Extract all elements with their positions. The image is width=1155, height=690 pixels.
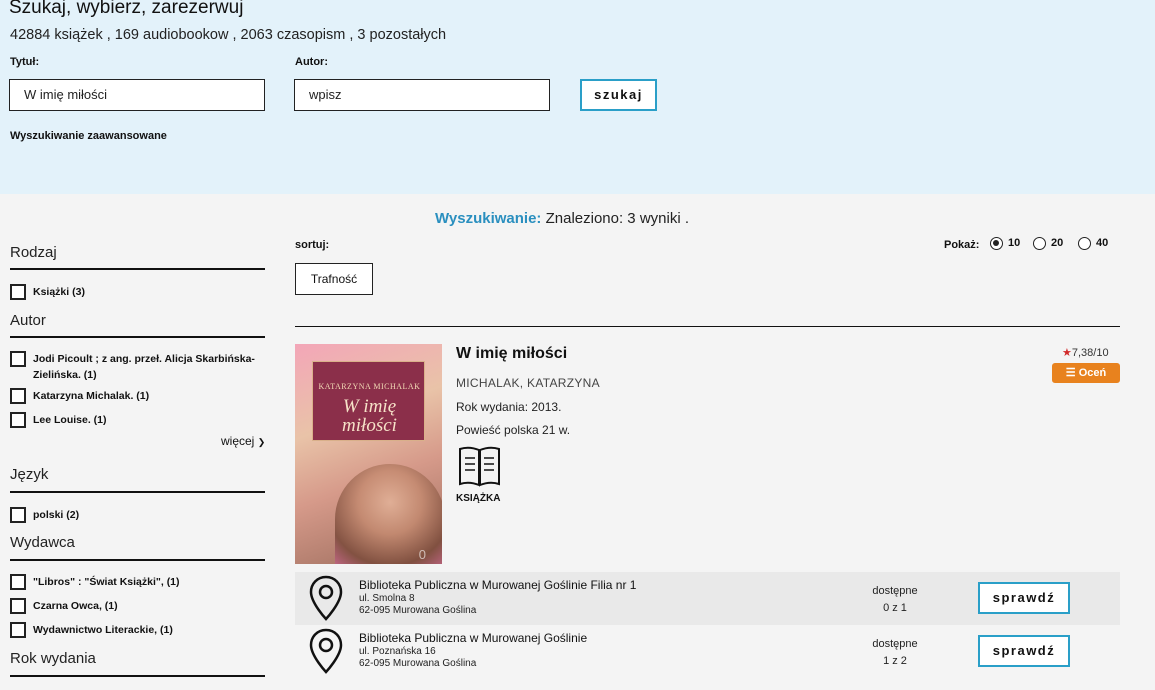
check-button[interactable]: sprawdź xyxy=(978,582,1070,614)
show-40-label: 40 xyxy=(1096,237,1109,249)
show-40-radio[interactable] xyxy=(1078,237,1091,250)
filter-checkbox[interactable] xyxy=(10,388,26,404)
availability-count: 0 z 1 xyxy=(883,602,907,614)
filter-checkbox[interactable] xyxy=(10,507,26,523)
cover-title-line-2: miłości xyxy=(342,415,397,436)
availability-count: 1 z 2 xyxy=(883,655,907,667)
more-link[interactable]: więcej ❯ xyxy=(221,434,265,448)
page-heading: Szukaj, wybierz, zarezerwuj xyxy=(9,0,244,18)
book-genre: Powieść polska 21 w. xyxy=(456,423,571,437)
results-divider xyxy=(295,326,1120,327)
filter-checkbox[interactable] xyxy=(10,622,26,638)
book-year: Rok wydania: 2013. xyxy=(456,400,562,414)
book-type-label: KSIĄŻKA xyxy=(456,493,501,504)
title-input[interactable]: W imię miłości xyxy=(9,79,265,111)
sort-relevance-button[interactable]: Trafność xyxy=(295,263,373,295)
filter-label: Lee Louise. (1) xyxy=(33,414,107,426)
filter-divider xyxy=(10,336,265,338)
filter-title-wydawca: Wydawca xyxy=(10,534,75,551)
filter-label: Katarzyna Michalak. (1) xyxy=(33,390,150,402)
star-icon: ★ xyxy=(1062,347,1072,359)
filter-checkbox[interactable] xyxy=(10,598,26,614)
availability: dostępne 0 z 1 xyxy=(843,583,947,617)
filter-label: Jodi Picoult ; z ang. przeł. Alicja Skar… xyxy=(33,353,255,381)
layers-icon: ☰ xyxy=(1065,367,1076,379)
filter-label: Książki (3) xyxy=(33,286,85,298)
filter-divider xyxy=(10,675,265,677)
show-10-radio[interactable] xyxy=(990,237,1003,250)
availability-status: dostępne xyxy=(872,638,918,650)
book-author: MICHALAK, KATARZYNA xyxy=(456,376,600,390)
rate-button[interactable]: ☰ Oceń xyxy=(1052,363,1120,383)
results-text: Znaleziono: 3 wyniki . xyxy=(545,210,689,227)
book-rating: ★7,38/10 xyxy=(1062,346,1109,359)
location-pin-icon xyxy=(309,575,343,621)
filter-title-autor: Autor xyxy=(10,312,46,329)
sort-label: sortuj: xyxy=(295,239,330,251)
filter-checkbox[interactable] xyxy=(10,351,26,367)
show-label: Pokaż: xyxy=(944,239,980,251)
results-summary: Wyszukiwanie: Znaleziono: 3 wyniki . xyxy=(435,210,689,227)
library-row: Biblioteka Publiczna w Murowanej Goślini… xyxy=(295,625,1120,678)
search-button[interactable]: szukaj xyxy=(580,79,657,111)
library-address: ul. Poznańska 16 62-095 Murowana Goślina xyxy=(359,646,476,670)
cover-number: 0 xyxy=(418,547,426,562)
cover-title: W imię miłości xyxy=(313,397,426,435)
book-title[interactable]: W imię miłości xyxy=(456,345,567,363)
advanced-search-link[interactable]: Wyszukiwanie zaawansowane xyxy=(10,130,167,142)
book-cover[interactable]: KATARZYNA MICHALAK W imię miłości 0 xyxy=(295,344,442,564)
filter-divider xyxy=(10,559,265,561)
library-row: Biblioteka Publiczna w Murowanej Goślini… xyxy=(295,572,1120,625)
rate-label: Oceń xyxy=(1078,367,1107,379)
author-label: Autor: xyxy=(295,56,328,68)
author-input[interactable]: wpisz xyxy=(294,79,550,111)
filter-checkbox[interactable] xyxy=(10,574,26,590)
filter-label: "Libros" : "Świat Książki", (1) xyxy=(33,576,180,588)
library-name: Biblioteka Publiczna w Murowanej Goślini… xyxy=(359,578,637,592)
location-pin-icon xyxy=(309,628,343,674)
filter-label: Wydawnictwo Literackie, (1) xyxy=(33,624,173,636)
filter-title-rok: Rok wydania xyxy=(10,650,96,667)
search-panel: Szukaj, wybierz, zarezerwuj 42884 książe… xyxy=(0,0,1155,194)
cover-author: KATARZYNA MICHALAK xyxy=(318,382,421,391)
library-name: Biblioteka Publiczna w Murowanej Goślini… xyxy=(359,631,588,645)
show-20-radio[interactable] xyxy=(1033,237,1046,250)
filter-title-jezyk: Język xyxy=(10,466,49,483)
rating-value: 7,38/10 xyxy=(1071,347,1109,359)
cover-title-line-1: W imię xyxy=(342,396,397,417)
library-city: 62-095 Murowana Goślina xyxy=(359,658,477,669)
collection-counts: 42884 książek , 169 audiobookow , 2063 c… xyxy=(10,27,447,43)
open-book-icon xyxy=(459,446,500,487)
check-button[interactable]: sprawdź xyxy=(978,635,1070,667)
filter-checkbox[interactable] xyxy=(10,412,26,428)
library-city: 62-095 Murowana Goślina xyxy=(359,605,477,616)
filter-divider xyxy=(10,268,265,270)
filter-divider xyxy=(10,491,265,493)
filter-label: Czarna Owca, (1) xyxy=(33,600,118,612)
filter-checkbox[interactable] xyxy=(10,284,26,300)
cover-title-band: KATARZYNA MICHALAK W imię miłości xyxy=(312,361,425,441)
results-label: Wyszukiwanie: xyxy=(435,210,542,227)
show-10-label: 10 xyxy=(1008,237,1021,249)
library-address: ul. Smolna 8 62-095 Murowana Goślina xyxy=(359,593,476,617)
show-20-label: 20 xyxy=(1051,237,1064,249)
availability-status: dostępne xyxy=(872,585,918,597)
filter-label: polski (2) xyxy=(33,509,80,521)
more-label: więcej xyxy=(221,434,255,448)
library-street: ul. Poznańska 16 xyxy=(359,646,436,657)
chevron-down-icon: ❯ xyxy=(257,437,266,447)
availability: dostępne 1 z 2 xyxy=(843,636,947,670)
title-label: Tytuł: xyxy=(10,56,40,68)
filter-title-rodzaj: Rodzaj xyxy=(10,244,57,261)
library-street: ul. Smolna 8 xyxy=(359,593,415,604)
